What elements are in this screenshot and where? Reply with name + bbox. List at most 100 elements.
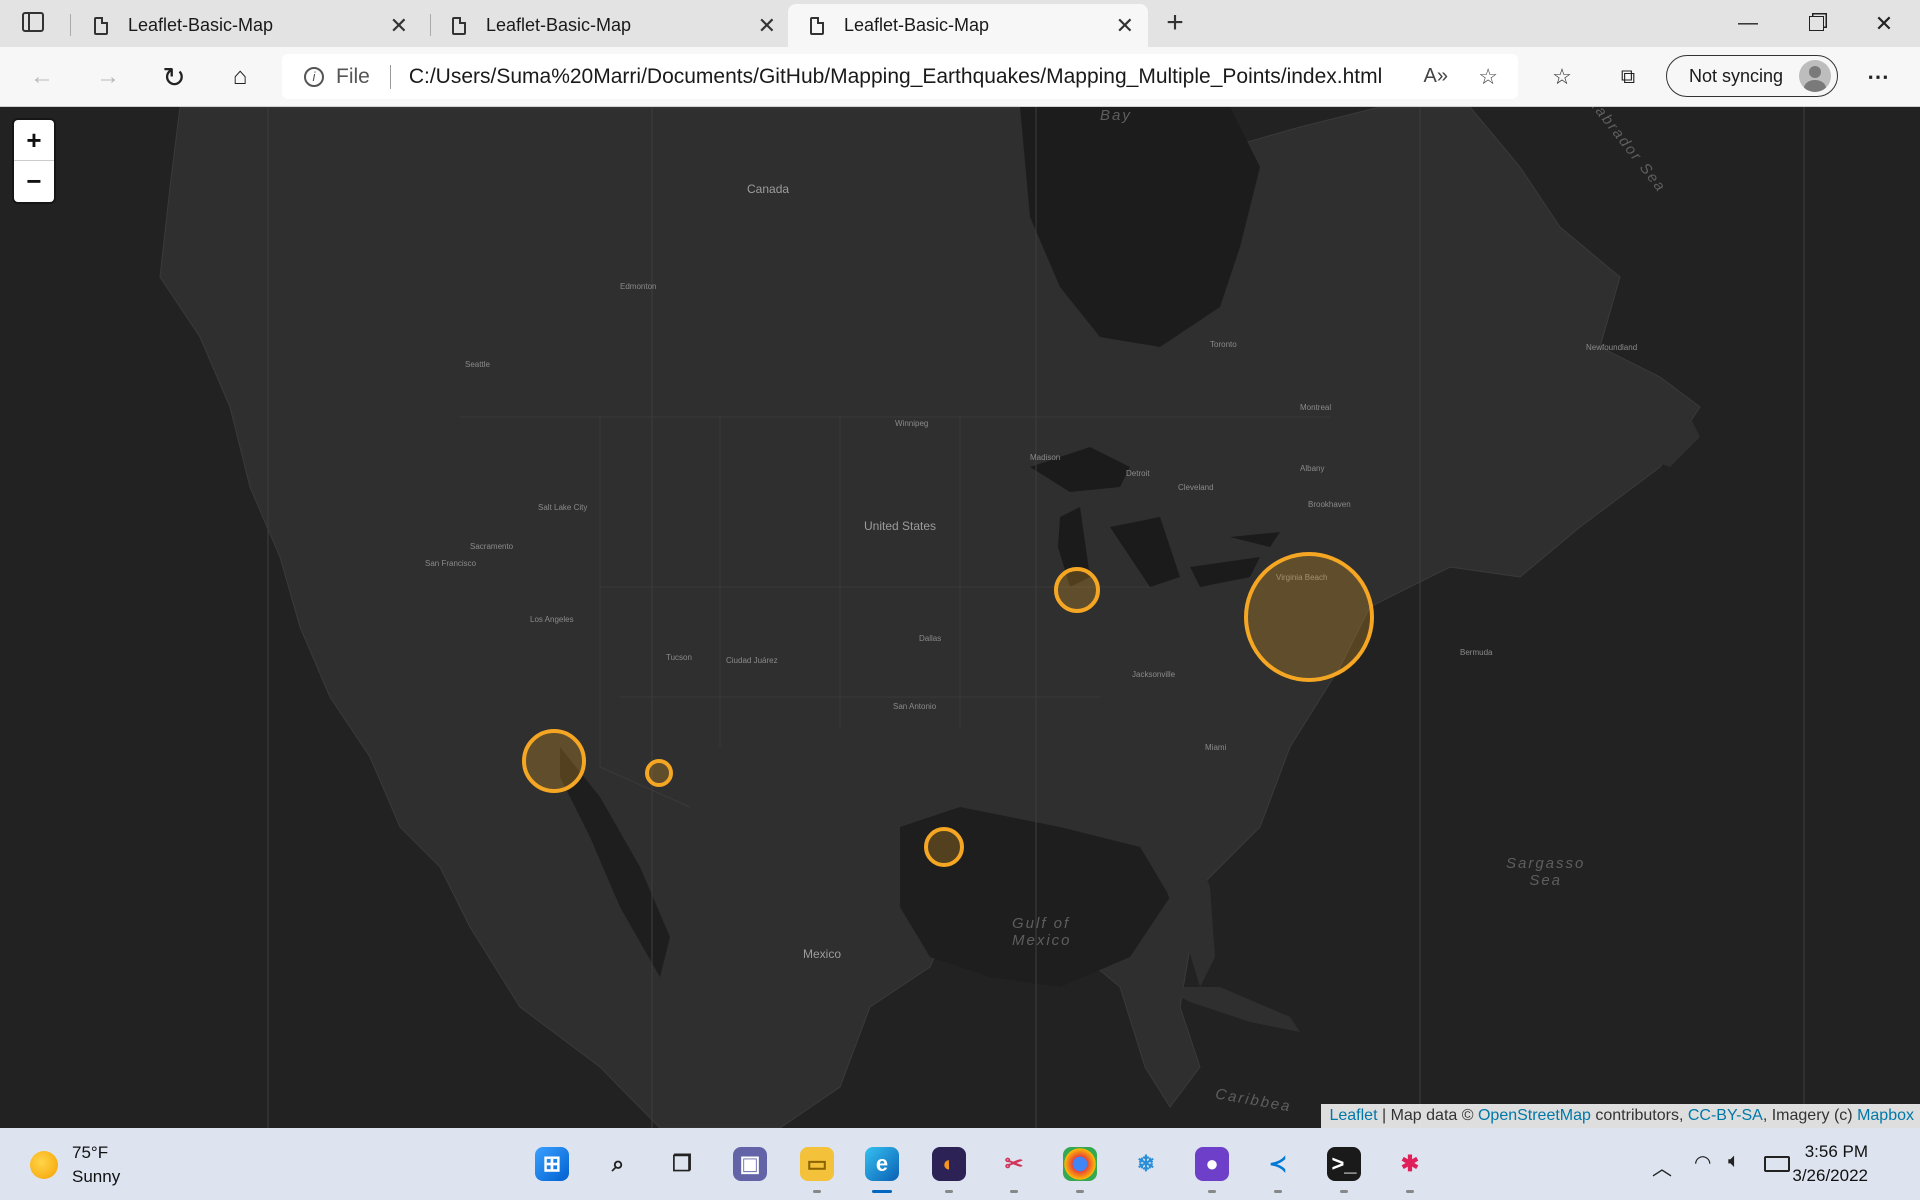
running-indicator (813, 1190, 821, 1193)
map-label: Detroit (1126, 469, 1150, 478)
tab-title: Leaflet-Basic-Map (128, 15, 274, 35)
tab-2[interactable]: Leaflet-Basic-Map ✕ (430, 4, 790, 47)
running-indicator (1208, 1190, 1216, 1193)
running-indicator (945, 1190, 953, 1193)
eclipse-icon-glyph: ◐ (932, 1147, 966, 1181)
document-icon (94, 16, 108, 35)
map-label: Toronto (1210, 340, 1237, 349)
map-label: United States (864, 519, 937, 533)
search-icon[interactable]: ⌕ (597, 1143, 639, 1185)
add-favorite-icon[interactable]: ☆ (1478, 64, 1498, 90)
file-explorer-icon[interactable]: ▭ (796, 1143, 838, 1193)
map-label: Seattle (465, 360, 490, 369)
more-menu-icon[interactable]: ⋯ (1858, 57, 1898, 97)
running-indicator (1076, 1190, 1084, 1193)
chevron-up-icon[interactable]: ︿ (1652, 1152, 1672, 1181)
address-url[interactable]: C:/Users/Suma%20Marri/Documents/GitHub/M… (409, 65, 1382, 89)
attribution-text: | Map data © (1377, 1107, 1478, 1124)
slack-icon-glyph: ✱ (1400, 1151, 1420, 1176)
map-label: San Francisco (425, 559, 477, 568)
clock[interactable]: 3:56 PM 3/26/2022 (1792, 1140, 1868, 1188)
running-indicator (1340, 1190, 1348, 1193)
github-desktop-icon[interactable]: ● (1191, 1143, 1233, 1193)
mapbox-link[interactable]: Mapbox (1857, 1107, 1914, 1125)
terminal-icon[interactable]: >_ (1323, 1143, 1365, 1193)
new-tab-icon[interactable]: + (1160, 6, 1190, 40)
leaflet-link[interactable]: Leaflet (1329, 1107, 1377, 1125)
close-window-icon[interactable]: ✕ (1850, 0, 1918, 47)
slack-icon[interactable]: ✱ (1389, 1143, 1431, 1193)
battery-icon[interactable] (1764, 1156, 1790, 1172)
file-explorer-icon-glyph: ▭ (800, 1147, 834, 1181)
clock-date: 3/26/2022 (1792, 1166, 1868, 1185)
map-label: Miami (1205, 743, 1227, 752)
wifi-icon[interactable]: ◠ (1694, 1150, 1711, 1175)
favorites-icon[interactable]: ☆ (1542, 57, 1582, 97)
forward-icon[interactable]: → (88, 57, 128, 97)
teams-chat-icon[interactable]: ▣ (729, 1143, 771, 1185)
map-label: Bay (1100, 107, 1132, 124)
windows-start-icon[interactable]: ⊞ (531, 1143, 573, 1185)
map-label: Tucson (666, 653, 692, 662)
search-icon-glyph: ⌕ (611, 1151, 625, 1176)
map-label: Salt Lake City (538, 503, 588, 512)
tab-close-icon[interactable]: ✕ (390, 14, 408, 37)
task-view-icon-glyph: ❐ (672, 1151, 692, 1176)
edge-icon[interactable]: e (861, 1143, 903, 1193)
document-icon (810, 16, 824, 35)
map-label: Bermuda (1460, 648, 1493, 657)
tab-actions-icon[interactable] (22, 12, 44, 32)
back-icon[interactable]: ← (22, 57, 62, 97)
refresh-icon[interactable]: ↻ (154, 57, 194, 97)
vscode-icon-glyph: ≺ (1268, 1151, 1288, 1176)
map-label: Brookhaven (1308, 500, 1351, 509)
map-container[interactable]: Canada United States Mexico Gulf of Mexic… (0, 107, 1920, 1128)
tab-3-active[interactable]: Leaflet-Basic-Map ✕ (788, 4, 1148, 47)
eclipse-icon[interactable]: ◐ (928, 1143, 970, 1193)
terminal-icon-glyph: >_ (1327, 1147, 1361, 1181)
tab-strip: Leaflet-Basic-Map ✕ Leaflet-Basic-Map ✕ … (0, 0, 1920, 47)
snipping-tool-icon[interactable]: ✂ (993, 1143, 1035, 1193)
sun-icon (30, 1151, 58, 1179)
vscode-icon[interactable]: ≺ (1257, 1143, 1299, 1193)
running-indicator (1010, 1190, 1018, 1193)
windows-start-icon-glyph: ⊞ (535, 1147, 569, 1181)
profile-sync-button[interactable]: Not syncing (1666, 55, 1838, 97)
tab-close-icon[interactable]: ✕ (1116, 14, 1134, 37)
tab-title: Leaflet-Basic-Map (844, 15, 990, 35)
home-icon[interactable]: ⌂ (220, 57, 260, 97)
teams-chat-icon-glyph: ▣ (733, 1147, 767, 1181)
collections-icon[interactable]: ⧉ (1608, 57, 1648, 97)
weather-temp: 75°F (72, 1143, 109, 1162)
read-aloud-icon[interactable]: A» (1424, 65, 1448, 88)
restore-icon[interactable] (1782, 0, 1850, 47)
task-view-icon[interactable]: ❐ (661, 1143, 703, 1185)
minimize-icon[interactable]: — (1714, 0, 1782, 47)
map-label: Ciudad Juárez (726, 656, 778, 665)
weather-widget[interactable]: 75°F Sunny (30, 1141, 120, 1189)
tab-close-icon[interactable]: ✕ (758, 14, 776, 37)
map-label: Madison (1030, 453, 1061, 462)
browser-toolbar: ← → ↻ ⌂ i File C:/Users/Suma%20Marri/Doc… (0, 47, 1920, 107)
tab-separator (70, 14, 71, 36)
snowflake-app-icon[interactable]: ❄ (1125, 1143, 1167, 1185)
address-bar[interactable]: i File C:/Users/Suma%20Marri/Documents/G… (282, 54, 1518, 99)
map-attribution: Leaflet | Map data © OpenStreetMap contr… (1321, 1104, 1920, 1128)
license-link[interactable]: CC-BY-SA (1688, 1107, 1763, 1125)
map-label: Montreal (1300, 403, 1332, 412)
map-label: Winnipeg (895, 419, 929, 428)
zoom-control: + − (14, 120, 54, 202)
attribution-text: , Imagery (c) (1762, 1107, 1858, 1124)
tab-1[interactable]: Leaflet-Basic-Map ✕ (72, 4, 422, 47)
zoom-out-button[interactable]: − (14, 161, 54, 201)
volume-icon[interactable]: 🔈︎ (1728, 1150, 1740, 1173)
map-label: Jacksonville (1132, 670, 1176, 679)
map-label: Sacramento (470, 542, 514, 551)
osm-link[interactable]: OpenStreetMap (1478, 1107, 1591, 1125)
info-icon[interactable]: i (304, 66, 324, 87)
document-icon (452, 16, 466, 35)
map-label: Edmonton (620, 282, 657, 291)
zoom-in-button[interactable]: + (14, 120, 54, 161)
chrome-icon[interactable] (1059, 1143, 1101, 1193)
map-label: Canada (747, 182, 790, 196)
